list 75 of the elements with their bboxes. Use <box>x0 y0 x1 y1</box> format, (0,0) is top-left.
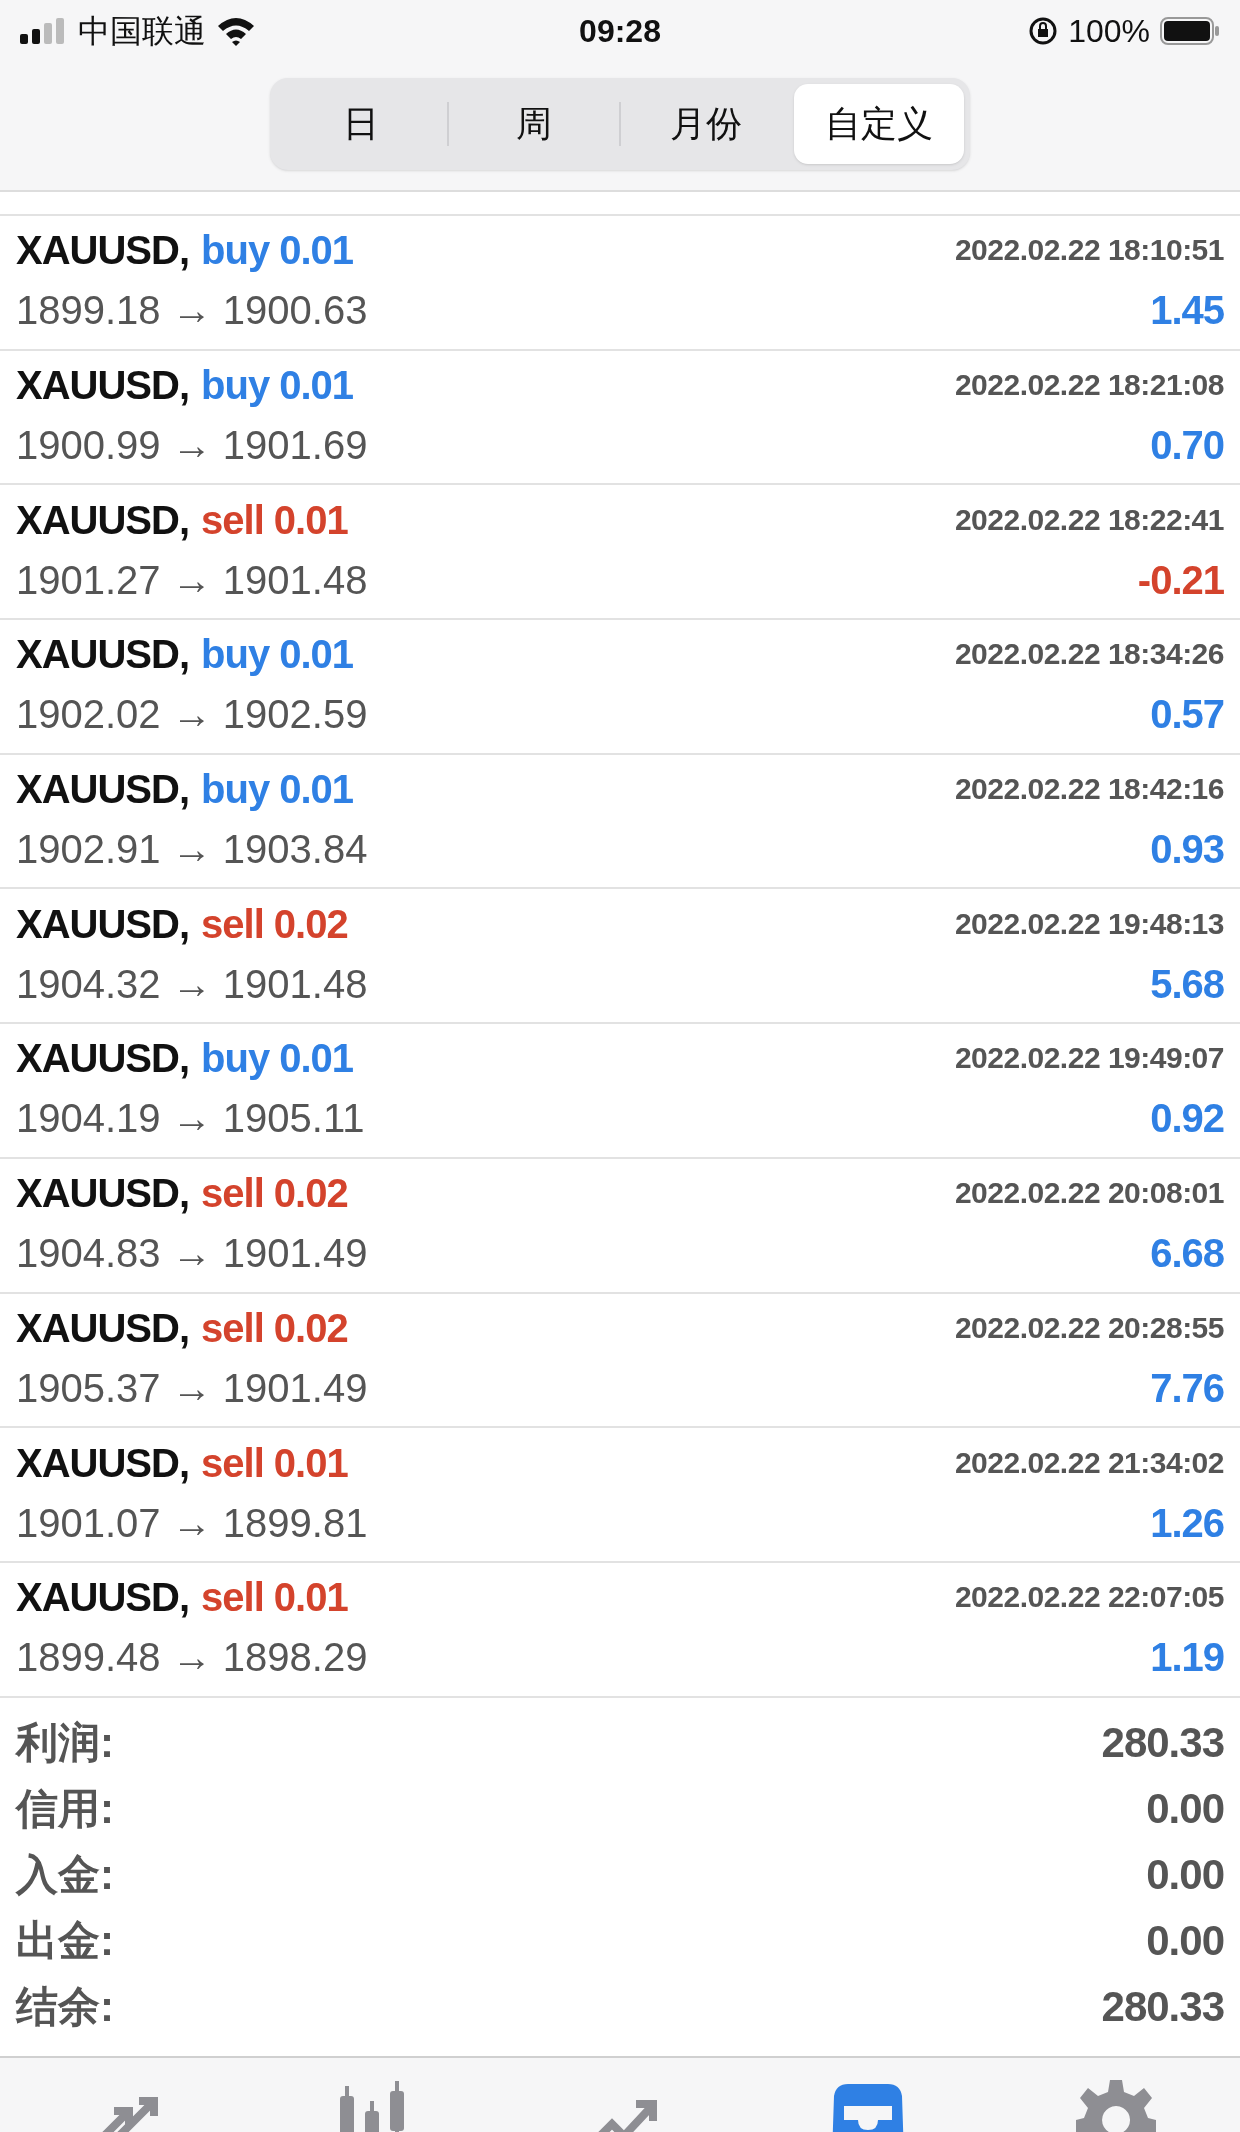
status-time: 09:28 <box>579 12 661 51</box>
trade-symbol: XAUUSD, <box>16 1035 190 1083</box>
trade-symbol: XAUUSD, <box>16 1304 190 1352</box>
trade-side-volume: sell 0.02 <box>201 1304 348 1352</box>
trade-prices: 1904.32 → 1901.48 <box>16 960 368 1008</box>
trade-symbol: XAUUSD, <box>16 496 190 544</box>
trade-profit: 1.26 <box>1150 1499 1224 1547</box>
summary-label: 信用: <box>16 1784 114 1835</box>
trade-prices: 1901.27 → 1901.48 <box>16 556 368 604</box>
trade-symbol: XAUUSD, <box>16 900 190 948</box>
trade-time: 2022.02.22 21:34:02 <box>954 1444 1224 1481</box>
trade-prices: 1899.48 → 1898.29 <box>16 1634 368 1682</box>
trade-prices: 1904.83 → 1901.49 <box>16 1230 368 1278</box>
trade-time: 2022.02.22 18:10:51 <box>954 232 1224 269</box>
trade-time: 2022.02.22 20:28:55 <box>954 1309 1224 1346</box>
period-tab[interactable]: 日 <box>276 84 447 164</box>
summary-value: 0.00 <box>1146 1916 1224 1967</box>
trade-profit: 6.68 <box>1150 1230 1224 1278</box>
trade-symbol: XAUUSD, <box>16 1574 190 1622</box>
trade-time: 2022.02.22 18:21:08 <box>954 367 1224 404</box>
trade-profit: 5.68 <box>1150 960 1224 1008</box>
summary-value: 280.33 <box>1101 1982 1224 2033</box>
battery-percent: 100% <box>1068 12 1150 51</box>
summary-label: 出金: <box>16 1916 114 1967</box>
trade-symbol: XAUUSD, <box>16 227 190 275</box>
trade-side-volume: buy 0.01 <box>201 362 354 410</box>
trade-side-volume: buy 0.01 <box>201 631 354 679</box>
summary-label: 利润: <box>16 1718 114 1769</box>
trade-symbol: XAUUSD, <box>16 1439 190 1487</box>
trade-prices: 1900.99 → 1901.69 <box>16 422 368 470</box>
trade-time: 2022.02.22 19:48:13 <box>954 905 1224 942</box>
trade-symbol: XAUUSD, <box>16 1170 190 1218</box>
trade-time: 2022.02.22 18:42:16 <box>954 771 1224 808</box>
trade-profit: -0.21 <box>1137 556 1224 604</box>
trade-profit: 1.19 <box>1150 1634 1224 1682</box>
trade-side-volume: buy 0.01 <box>201 1035 354 1083</box>
trade-profit: 7.76 <box>1150 1364 1224 1412</box>
trade-side-volume: sell 0.02 <box>201 1170 348 1218</box>
summary-label: 入金: <box>16 1850 114 1901</box>
carrier-name: 中国联通 <box>78 12 206 51</box>
trade-prices: 1905.37 → 1901.49 <box>16 1364 368 1412</box>
trade-side-volume: sell 0.01 <box>201 496 348 544</box>
trade-prices: 1902.91 → 1903.84 <box>16 826 368 874</box>
period-tab[interactable]: 月份 <box>621 84 792 164</box>
summary-value: 0.00 <box>1146 1784 1224 1835</box>
trade-profit: 0.57 <box>1150 691 1224 739</box>
summary-value: 0.00 <box>1146 1850 1224 1901</box>
summary-label: 结余: <box>16 1982 114 2033</box>
trade-symbol: XAUUSD, <box>16 362 190 410</box>
trade-time: 2022.02.22 18:22:41 <box>954 501 1224 538</box>
trade-time: 2022.02.22 20:08:01 <box>954 1175 1224 1212</box>
trade-prices: 1899.18 → 1900.63 <box>16 287 368 335</box>
trade-prices: 1904.19 → 1905.11 <box>16 1095 365 1143</box>
summary-value: 280.33 <box>1101 1718 1224 1769</box>
trade-side-volume: sell 0.01 <box>201 1574 348 1622</box>
trade-symbol: XAUUSD, <box>16 766 190 814</box>
trade-side-volume: buy 0.01 <box>201 227 354 275</box>
period-tab[interactable]: 周 <box>448 84 619 164</box>
trade-time: 2022.02.22 22:07:05 <box>954 1579 1224 1616</box>
period-tab[interactable]: 自定义 <box>793 84 964 164</box>
trade-prices: 1902.02 → 1902.59 <box>16 691 368 739</box>
trade-side-volume: sell 0.01 <box>201 1439 348 1487</box>
battery-icon <box>1160 17 1220 45</box>
trade-time: 2022.02.22 19:49:07 <box>954 1040 1224 1077</box>
trade-profit: 0.92 <box>1150 1095 1224 1143</box>
trade-side-volume: sell 0.02 <box>201 900 348 948</box>
trade-symbol: XAUUSD, <box>16 631 190 679</box>
wifi-icon <box>216 16 256 46</box>
trade-profit: 1.45 <box>1150 287 1224 335</box>
trade-profit: 0.93 <box>1150 826 1224 874</box>
trade-time: 2022.02.22 18:34:26 <box>954 636 1224 673</box>
trade-profit: 0.70 <box>1150 422 1224 470</box>
rotation-lock-icon <box>1028 16 1059 46</box>
trade-side-volume: buy 0.01 <box>201 766 354 814</box>
trade-prices: 1901.07 → 1899.81 <box>16 1499 368 1547</box>
